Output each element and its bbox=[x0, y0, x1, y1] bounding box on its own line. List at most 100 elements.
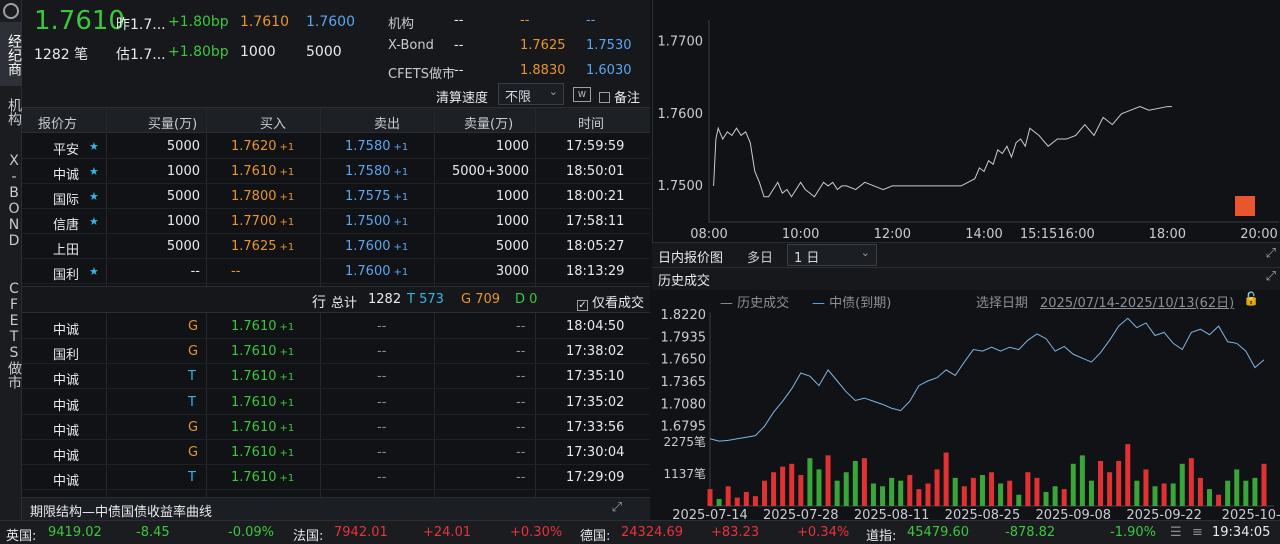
quote-bid-value: 1.7625 bbox=[231, 239, 277, 254]
quote-ask[interactable]: 1.7580 +1 bbox=[345, 164, 408, 179]
expand-icon[interactable]: ⤢ bbox=[1266, 246, 1276, 261]
trade-col-ask: -- bbox=[377, 369, 387, 385]
trade-time: 17:29:09 bbox=[566, 470, 625, 486]
quote-row[interactable]: 平安 ★ 5000 1.7620 +1 1.7580 +1 1000 17:59:59 bbox=[22, 134, 650, 159]
source-row[interactable]: X-Bond -- 1.7625 1.7530 bbox=[384, 37, 650, 59]
volume-bar bbox=[1197, 477, 1203, 506]
sidebar-tab-xbond[interactable]: X-BOND bbox=[0, 142, 22, 260]
trade-row[interactable]: 国利 G 1.7610 +1 -- -- 17:38:02 bbox=[22, 339, 650, 365]
prev-close-label: 昨1.7... bbox=[116, 17, 166, 33]
quote-ask[interactable]: 1.7580 +1 bbox=[345, 139, 408, 154]
header-bid[interactable]: 买入 bbox=[260, 113, 286, 132]
star-icon[interactable]: ★ bbox=[89, 140, 99, 153]
history-chart-panel: — 历史成交 — 中债(到期) 选择日期 2025/07/14-2025/10/… bbox=[652, 290, 1280, 520]
volume-bar bbox=[979, 475, 985, 506]
quote-row[interactable]: 信唐 ★ 1000 1.7700 +1 1.7500 +1 1000 17:58:11 bbox=[22, 209, 650, 234]
trade-row[interactable]: 中诚 G 1.7610 +1 -- -- 18:04:50 bbox=[22, 314, 650, 339]
wp-export-icon[interactable]: W bbox=[573, 87, 591, 102]
trade-flag: T bbox=[188, 394, 196, 410]
quote-bid[interactable]: 1.7610 +1 bbox=[231, 164, 294, 179]
trade-price-value: 1.7610 bbox=[231, 369, 277, 385]
quote-row[interactable]: 国利 ★ -- -- 1.7600 +1 3000 18:13:29 bbox=[22, 259, 650, 284]
volume-bar bbox=[952, 477, 958, 506]
quote-row[interactable]: 国际 ★ 5000 1.7800 +1 1.7575 +1 1000 18:00:21 bbox=[22, 184, 650, 209]
quote-bid[interactable]: 1.7800 +1 bbox=[231, 189, 294, 204]
source-row[interactable]: CFETS做市 -- 1.8830 1.6030 bbox=[384, 62, 650, 84]
star-icon[interactable]: ★ bbox=[89, 265, 99, 278]
ticker-uk-name[interactable]: 英国: bbox=[6, 525, 36, 544]
range-select[interactable]: 1 日 ⌄ bbox=[787, 244, 877, 266]
volume-bar bbox=[1161, 483, 1167, 506]
ticker-dji-name[interactable]: 道指: bbox=[866, 525, 896, 544]
header-time[interactable]: 时间 bbox=[578, 113, 604, 132]
sidebar-tab-broker[interactable]: 经纪商 bbox=[0, 22, 22, 86]
sidebar-tab-cfets[interactable]: CFETS做市 bbox=[0, 268, 22, 402]
sidebar-tab-institution[interactable]: 机构 bbox=[0, 92, 22, 132]
quote-ask-volume: 3000 bbox=[495, 264, 529, 279]
volume-bar bbox=[907, 475, 913, 506]
volume-bar bbox=[716, 498, 722, 506]
intraday-chart-panel: 1.7700 1.7600 1.7500 08:00 10:00 12:00 14:00 15… bbox=[652, 0, 1280, 242]
settings-gear-icon[interactable] bbox=[3, 3, 19, 19]
settle-speed-select[interactable]: 不限 ⌄ bbox=[498, 83, 564, 105]
volume-bar bbox=[1052, 486, 1058, 506]
quote-row[interactable]: 上田 5000 1.7625 +1 1.7600 +1 5000 18:05:27 bbox=[22, 234, 650, 259]
only-trades-checkbox[interactable] bbox=[577, 300, 588, 311]
trade-row[interactable]: 中诚 T 1.7610 +1 -- -- 17:35:02 bbox=[22, 390, 650, 415]
trade-col-vol: -- bbox=[516, 445, 526, 460]
trade-col-vol: -- bbox=[516, 419, 526, 435]
source-row[interactable]: 机构 -- -- -- bbox=[384, 12, 650, 34]
star-icon[interactable]: ★ bbox=[89, 190, 99, 203]
volume-bar bbox=[934, 469, 940, 506]
ask-volume: 5000 bbox=[306, 44, 342, 60]
ticker-list-icon[interactable]: ☰ bbox=[1170, 525, 1182, 540]
trade-row[interactable]: 中诚 T 1.7610 +1 -- -- 17:35:10 bbox=[22, 364, 650, 390]
header-ask[interactable]: 卖出 bbox=[374, 113, 400, 132]
trade-party: 中诚 bbox=[53, 474, 80, 490]
trade-row[interactable]: 中诚 G 1.7610 +1 -- -- 17:30:04 bbox=[22, 440, 650, 465]
source-ask-b: 1.7530 bbox=[586, 38, 632, 53]
expand-icon[interactable]: ⤢ bbox=[612, 500, 622, 515]
trade-price: 1.7610 +1 bbox=[231, 369, 294, 384]
tab-multi-day[interactable]: 多日 bbox=[747, 247, 773, 266]
trade-row[interactable]: 中诚 T 1.7610 +1 -- -- 17:29:09 bbox=[22, 465, 650, 491]
quote-bid[interactable]: -- bbox=[231, 264, 243, 279]
y-tick-label: 1.8220 bbox=[661, 308, 707, 323]
header-party[interactable]: 报价方 bbox=[38, 113, 77, 132]
ticker-fr-name[interactable]: 法国: bbox=[293, 525, 323, 544]
intraday-chart[interactable]: 1.7700 1.7600 1.7500 08:00 10:00 12:00 14:00 15… bbox=[653, 0, 1280, 242]
trade-time: 17:30:04 bbox=[566, 445, 625, 460]
quote-ask[interactable]: 1.7500 +1 bbox=[345, 214, 408, 229]
term-structure-bar[interactable]: 期限结构—中债国债收益率曲线 ⤢ bbox=[22, 497, 650, 520]
quote-time: 18:13:29 bbox=[566, 264, 625, 279]
x-tick-label: 2025-07-28 bbox=[763, 508, 839, 520]
quote-ask[interactable]: 1.7575 +1 bbox=[345, 189, 408, 204]
header-bid-volume[interactable]: 买量(万) bbox=[148, 113, 197, 132]
quote-bid[interactable]: 1.7700 +1 bbox=[231, 214, 294, 229]
x-tick-label: 12:00 bbox=[874, 227, 911, 242]
note-checkbox[interactable] bbox=[599, 92, 610, 103]
x-tick-label: 10:00 bbox=[782, 227, 819, 242]
note-toggle[interactable]: 备注 bbox=[599, 87, 640, 106]
history-chart[interactable]: 1.8220 1.7935 1.7650 1.7365 1.7080 1.67952275… bbox=[652, 290, 1280, 520]
only-trades-toggle[interactable]: 仅看成交 bbox=[577, 292, 644, 311]
quote-ask[interactable]: 1.7600 +1 bbox=[345, 264, 408, 279]
trade-time: 17:38:02 bbox=[566, 344, 625, 360]
volume-bar bbox=[1025, 472, 1031, 506]
quote-bid[interactable]: 1.7625 +1 bbox=[231, 239, 294, 254]
tab-intraday-chart[interactable]: 日内报价图 bbox=[658, 247, 723, 266]
star-icon[interactable]: ★ bbox=[89, 165, 99, 178]
quote-row[interactable]: 中诚 ★ 1000 1.7610 +1 1.7580 +1 5000+3000 18:50:01 bbox=[22, 159, 650, 184]
trade-price-sub: +1 bbox=[279, 473, 295, 485]
trade-row[interactable]: 中诚 G 1.7610 +1 -- -- 17:33:56 bbox=[22, 415, 650, 440]
ticker-settings-icon[interactable]: ≡ bbox=[1192, 525, 1203, 540]
ticker-de-name[interactable]: 德国: bbox=[580, 525, 610, 544]
expand-icon[interactable]: ⤢ bbox=[1266, 269, 1276, 284]
header-ask-volume[interactable]: 卖量(万) bbox=[464, 113, 513, 132]
trade-party: 中诚 bbox=[53, 449, 80, 464]
volume-bar bbox=[1143, 469, 1149, 506]
quote-ask[interactable]: 1.7600 +1 bbox=[345, 239, 408, 254]
quote-bid[interactable]: 1.7620 +1 bbox=[231, 139, 294, 154]
volume-bar bbox=[771, 472, 777, 506]
star-icon[interactable]: ★ bbox=[89, 215, 99, 228]
